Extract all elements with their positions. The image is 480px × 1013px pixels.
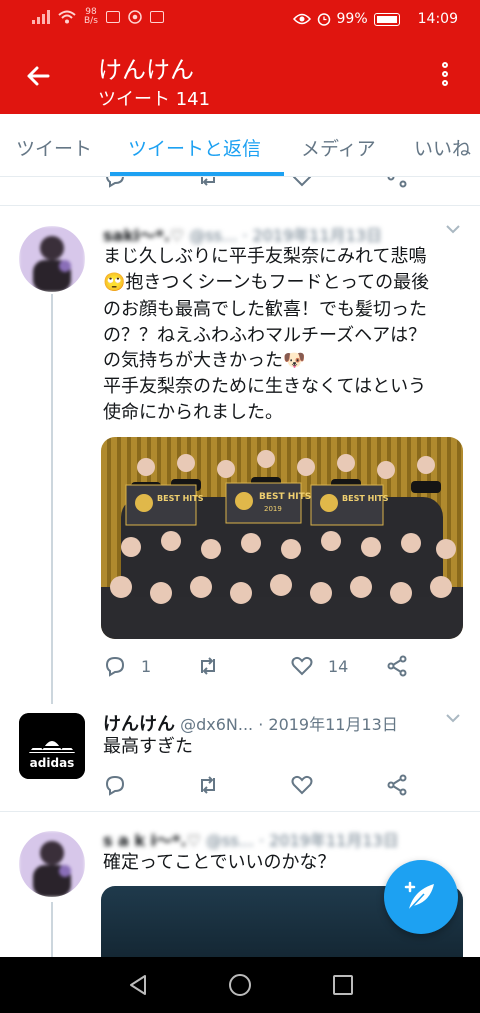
tweet-divider [0, 205, 480, 206]
photo-year-text: 2019 [264, 505, 282, 513]
reply-action[interactable] [103, 773, 127, 797]
tweet-actions [103, 773, 443, 801]
more-options-icon[interactable] [432, 62, 458, 94]
retweet-action[interactable] [196, 654, 234, 678]
nav-home-icon[interactable] [228, 973, 252, 997]
chevron-down-icon[interactable] [446, 714, 460, 723]
reply-icon[interactable] [103, 654, 127, 678]
tweet-text-line: の？？ねえふわふわマルチーズヘアは？ [103, 325, 427, 346]
status-bar: 98 B/s 99% 14:09 [0, 0, 480, 38]
like-icon[interactable] [290, 177, 314, 189]
retweet-action[interactable] [196, 773, 220, 797]
avatar-text: adidas [30, 756, 75, 770]
tweet-meta: saki〜*.♡ @ss... · 2019年11月13日 [103, 222, 382, 246]
photo-banner-text: BEST HITS [259, 492, 311, 502]
tweet-meta: s a k i〜*.♡ @ss... · 2019年11月13日 [103, 827, 399, 851]
thread-line [51, 902, 53, 962]
message-icon [149, 11, 164, 23]
like-icon[interactable] [290, 773, 314, 797]
previous-tweet-actions [0, 177, 480, 191]
display-name[interactable]: saki〜*.♡ [103, 226, 184, 245]
thread-line [51, 294, 53, 704]
tweet-meta: けんけん @dx6N... · 2019年11月13日 [103, 710, 398, 736]
handle: @ss... [189, 226, 238, 245]
retweet-icon[interactable] [196, 773, 220, 797]
notification-icon [105, 11, 120, 23]
nav-recents-icon[interactable] [331, 973, 355, 997]
tab-tweets[interactable]: ツイート [16, 134, 92, 161]
tab-media[interactable]: メディア [301, 134, 376, 161]
tweet-divider [0, 811, 480, 812]
avatar[interactable] [19, 226, 85, 292]
tab-likes[interactable]: いいね [414, 134, 471, 161]
network-speed: 98 B/s [84, 7, 98, 26]
retweet-icon[interactable] [196, 177, 220, 189]
tweet-text-line: 使命にかられました。 [103, 402, 283, 423]
share-icon[interactable] [385, 654, 409, 678]
tweet-text-line: 平手友梨奈のために生きなくてはという [103, 376, 427, 397]
share-action[interactable] [385, 773, 409, 797]
reply-count: 1 [141, 656, 152, 676]
tweet-photo[interactable]: BEST HITS 2019 BEST HITS BEST HITS [101, 437, 463, 639]
battery-percent: 99% [336, 11, 368, 27]
active-tab-indicator [110, 172, 284, 176]
profile-name: けんけん [98, 56, 194, 84]
photo-banner-text: BEST HITS [157, 494, 204, 503]
like-count: 14 [328, 656, 349, 676]
photo-banner-text: BEST HITS [342, 494, 389, 503]
tweet-text-line: まじ久しぶりに平手友梨奈にみれて悲鳴 [103, 246, 427, 267]
adidas-logo: adidas [19, 713, 85, 779]
avatar[interactable]: adidas [19, 713, 85, 779]
tab-tweets-and-replies[interactable]: ツイートと返信 [128, 134, 261, 161]
tweet-text-line: 🙄抱きつくシーンもフードとっての最後 [103, 272, 430, 293]
like-action[interactable]: 14 [290, 654, 348, 678]
tweet-text-line: 確定ってことでいいのかな？ [103, 852, 336, 873]
like-icon[interactable] [290, 654, 314, 678]
display-name[interactable]: けんけん [103, 714, 175, 735]
tweet-text-line: のお顔も最高でした歓喜！でも髪切った [103, 299, 427, 320]
back-arrow-icon[interactable] [22, 60, 54, 92]
chevron-down-icon[interactable] [446, 225, 460, 234]
reply-action[interactable]: 1 [103, 654, 151, 678]
app-header: 98 B/s 99% 14:09 けんけん ツイート 141 [0, 0, 480, 114]
system-nav-bar [0, 957, 480, 1013]
like-action[interactable] [290, 773, 314, 797]
eye-icon [292, 13, 311, 25]
battery-icon [373, 12, 400, 26]
tweet-date: · 2019年11月13日 [258, 715, 398, 734]
avatar[interactable] [19, 831, 85, 897]
reply-icon[interactable] [103, 177, 127, 189]
tweet-text-line: の気持ちが大きかった🐶 [103, 350, 306, 371]
tweet-actions: 1 14 [103, 654, 443, 682]
display-name[interactable]: s a k i〜*.♡ [103, 831, 201, 850]
chrome-icon [128, 10, 142, 24]
share-icon[interactable] [385, 773, 409, 797]
tweet-date: · 2019年11月13日 [242, 226, 382, 245]
share-action[interactable] [385, 654, 409, 678]
retweet-icon[interactable] [196, 654, 220, 678]
profile-tabs: ツイート ツイートと返信 メディア いいね [0, 114, 480, 177]
reply-icon[interactable] [103, 773, 127, 797]
compose-feather-icon [404, 881, 434, 911]
alarm-icon [317, 13, 330, 26]
share-icon[interactable] [385, 177, 409, 189]
wifi-icon [58, 10, 76, 24]
tweet-text-line: 最高すぎた [103, 736, 193, 757]
nav-back-icon[interactable] [126, 973, 150, 997]
compose-tweet-button[interactable] [384, 860, 458, 934]
tweet-date: · 2019年11月13日 [259, 831, 399, 850]
handle: @ss... [206, 831, 254, 850]
tweet-count: ツイート 141 [98, 89, 211, 110]
handle: @dx6N... [180, 715, 254, 734]
clock: 14:09 [417, 11, 458, 27]
signal-icon [32, 10, 50, 24]
